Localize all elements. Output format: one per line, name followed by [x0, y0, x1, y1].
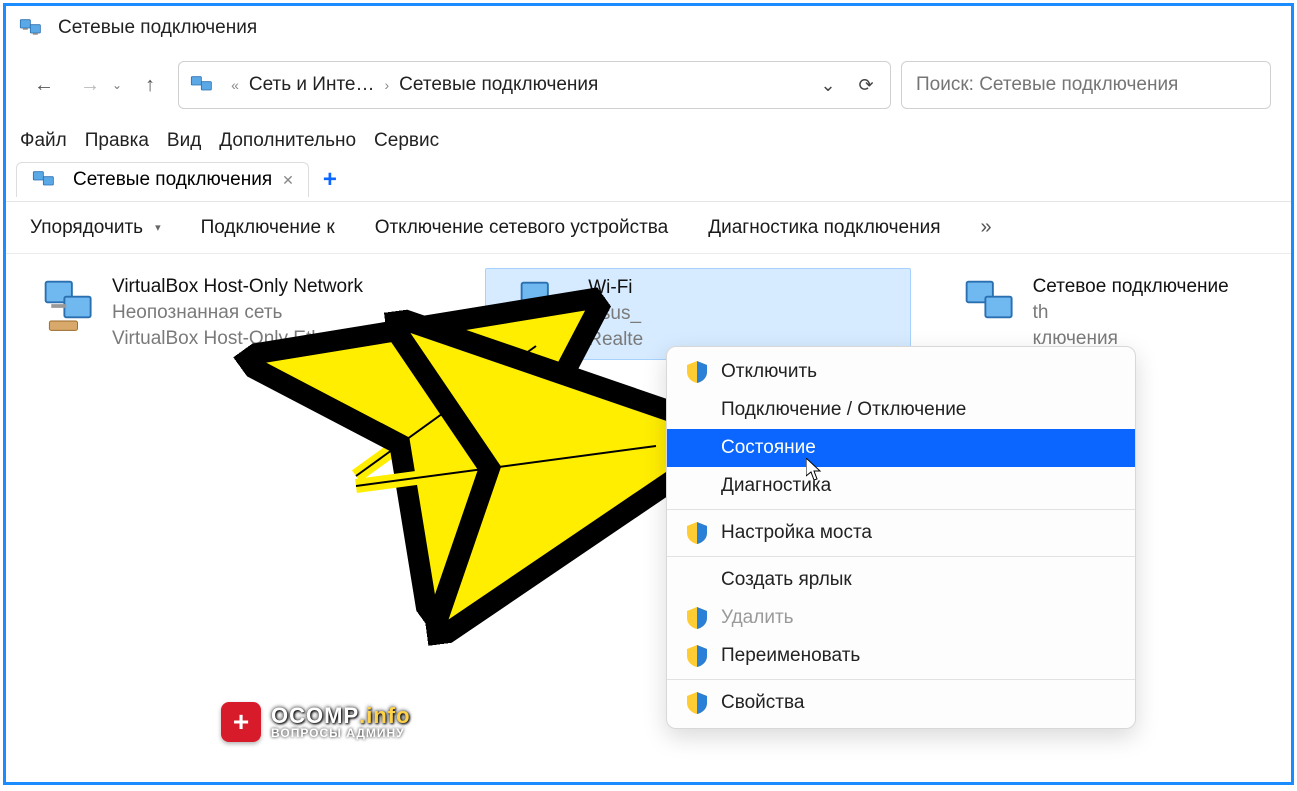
- ctx-status[interactable]: Состояние: [667, 429, 1135, 467]
- watermark-subtitle: ВОПРОСЫ АДМИНУ: [271, 727, 411, 739]
- network-connections-icon: [18, 18, 46, 38]
- menu-service[interactable]: Сервис: [374, 130, 439, 152]
- ctx-label: Создать ярлык: [721, 569, 852, 591]
- nav-row: ← → ⌄ ↑ « Сеть и Инте… › Сетевые подключ…: [6, 50, 1291, 120]
- search-box[interactable]: [901, 61, 1271, 109]
- toolbar-overflow[interactable]: »: [980, 216, 991, 239]
- ctx-label: Переименовать: [721, 645, 860, 667]
- toolbar: Упорядочить Подключение к Отключение сет…: [6, 202, 1291, 254]
- back-button[interactable]: ←: [26, 67, 62, 103]
- ctx-bridge[interactable]: Настройка моста: [667, 514, 1135, 552]
- connection-status: Asus_: [588, 303, 643, 325]
- refresh-button[interactable]: ⟳: [852, 75, 880, 96]
- network-adapter-icon: [961, 276, 1021, 336]
- tab-network-connections[interactable]: Сетевые подключения ✕: [16, 162, 309, 197]
- context-menu: Отключить Подключение / Отключение Состо…: [666, 346, 1136, 729]
- toolbar-connect-to[interactable]: Подключение к: [201, 217, 335, 239]
- toolbar-organize[interactable]: Упорядочить: [30, 217, 161, 239]
- tab-bar: Сетевые подключения ✕ +: [6, 158, 1291, 202]
- ctx-rename[interactable]: Переименовать: [667, 637, 1135, 675]
- window-title: Сетевые подключения: [58, 17, 257, 39]
- watermark: + OCOMP.info ВОПРОСЫ АДМИНУ: [221, 702, 411, 742]
- tab-label: Сетевые подключения: [73, 169, 272, 191]
- network-connections-icon: [31, 170, 59, 190]
- shield-icon: [687, 522, 707, 544]
- ctx-delete: Удалить: [667, 599, 1135, 637]
- breadcrumb-root-chevron[interactable]: «: [231, 77, 239, 93]
- annotation-arrow: [336, 406, 696, 531]
- shield-icon: [687, 361, 707, 383]
- toolbar-disable-device[interactable]: Отключение сетевого устройства: [375, 217, 669, 239]
- forward-button[interactable]: →: [72, 67, 108, 103]
- titlebar: Сетевые подключения: [6, 6, 1291, 50]
- ctx-separator: [667, 679, 1135, 680]
- search-input[interactable]: [916, 74, 1256, 96]
- ctx-separator: [667, 509, 1135, 510]
- menu-bar: Файл Правка Вид Дополнительно Сервис: [6, 120, 1291, 158]
- breadcrumb-item[interactable]: Сетевые подключения: [399, 74, 598, 96]
- toolbar-diagnose[interactable]: Диагностика подключения: [708, 217, 940, 239]
- new-tab-button[interactable]: +: [323, 166, 337, 194]
- ctx-label: Состояние: [721, 437, 816, 459]
- ctx-label: Удалить: [721, 607, 794, 629]
- menu-view[interactable]: Вид: [167, 130, 201, 152]
- connection-name: VirtualBox Host-Only Network: [112, 276, 384, 298]
- up-button[interactable]: ↑: [132, 67, 168, 103]
- ctx-label: Отключить: [721, 361, 817, 383]
- shield-icon: [687, 692, 707, 714]
- connection-item-bluetooth[interactable]: Сетевое подключение th ключения: [951, 268, 1267, 358]
- menu-file[interactable]: Файл: [20, 130, 67, 152]
- ctx-label: Подключение / Отключение: [721, 399, 966, 421]
- connection-name: Сетевое подключение: [1033, 276, 1229, 298]
- ctx-disable[interactable]: Отключить: [667, 353, 1135, 391]
- ctx-separator: [667, 556, 1135, 557]
- ctx-diagnostics[interactable]: Диагностика: [667, 467, 1135, 505]
- watermark-badge-icon: +: [221, 702, 261, 742]
- history-dropdown[interactable]: ⌄: [112, 78, 122, 92]
- connection-status: Неопознанная сеть: [112, 302, 384, 324]
- ctx-label: Настройка моста: [721, 522, 872, 544]
- ctx-shortcut[interactable]: Создать ярлык: [667, 561, 1135, 599]
- menu-edit[interactable]: Правка: [85, 130, 149, 152]
- shield-icon: [687, 645, 707, 667]
- tab-close-button[interactable]: ✕: [282, 172, 294, 189]
- ctx-label: Свойства: [721, 692, 804, 714]
- breadcrumb-separator-icon: ›: [385, 77, 390, 93]
- selection-checkbox[interactable]: ✓: [492, 305, 512, 325]
- address-bar[interactable]: « Сеть и Инте… › Сетевые подключения ⌄ ⟳: [178, 61, 891, 109]
- connection-status: th: [1033, 302, 1229, 324]
- address-dropdown[interactable]: ⌄: [814, 75, 842, 96]
- network-adapter-icon: [40, 276, 100, 336]
- shield-icon: [687, 607, 707, 629]
- breadcrumb-item[interactable]: Сеть и Инте…: [249, 74, 375, 96]
- ctx-properties[interactable]: Свойства: [667, 684, 1135, 722]
- watermark-brand: OCOMP.info: [271, 705, 411, 727]
- connection-name: Wi-Fi: [588, 277, 643, 299]
- network-connections-icon: [189, 75, 217, 95]
- ctx-connect-disconnect[interactable]: Подключение / Отключение: [667, 391, 1135, 429]
- cursor-icon: [806, 458, 824, 482]
- menu-extra[interactable]: Дополнительно: [219, 130, 356, 152]
